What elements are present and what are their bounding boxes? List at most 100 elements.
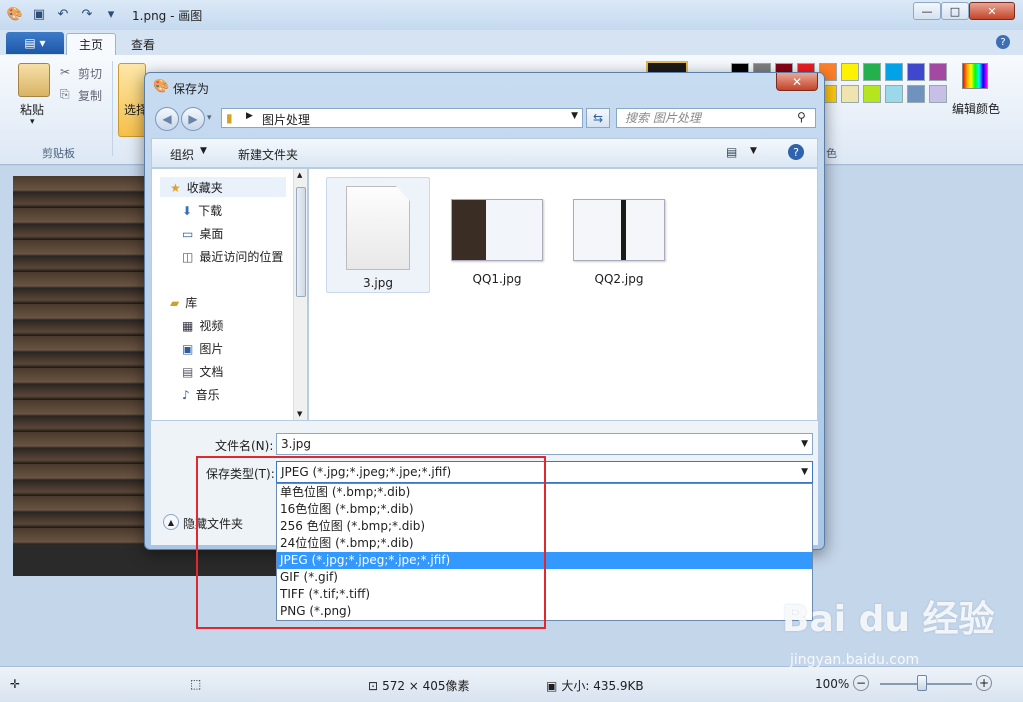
file-name: QQ1.jpg [472,272,522,286]
tab-home[interactable]: 主页 [66,33,116,55]
zoom-slider-thumb[interactable] [917,675,927,691]
maximize-button[interactable]: □ [941,2,969,20]
dialog-toolbar: 组织 ▼ 新建文件夹 ▤ ▼ ? [151,138,818,168]
zoom-in-button[interactable]: + [976,675,992,691]
color-swatch[interactable] [907,63,925,81]
quick-access-toolbar: 🎨 ▣ ↶ ↷ ▾ [6,5,120,23]
navigation-pane: ★ 收藏夹 ⬇ 下载 ▭ 桌面 ◫ 最近访问的位置 ▰ 库 ▦ 视频 ▣ 图片 ▤ 文档 ♪ 音乐… [151,168,308,421]
search-input[interactable]: 搜索 图片处理 [616,108,816,128]
paste-button[interactable]: 粘贴 [20,101,44,118]
status-bar: ✛ ⬚ ⊡ 572 × 405像素 ▣ 大小: 435.9KB 100% − + [0,666,1023,702]
clipboard-group-label: 剪贴板 [42,147,75,160]
filename-label: 文件名(N): [215,439,274,453]
disk-icon: ▣ [546,678,558,693]
address-dropdown-icon[interactable]: ▼ [571,111,578,121]
baidu-watermark-logo: Bai du 经验 [782,599,995,640]
pictures-icon: ▣ [182,341,194,356]
window-title: 1.png - 画图 [132,9,203,23]
filename-input[interactable]: 3.jpg ▼ [276,433,813,455]
color-swatch[interactable] [929,63,947,81]
cut-button[interactable]: 剪切 [78,65,102,82]
address-bar[interactable]: ▮ ▶ 图片处理 ▼ [221,108,583,128]
customize-dropdown-icon[interactable]: ▾ [102,5,120,23]
organize-button[interactable]: 组织 [170,146,194,163]
nav-desktop[interactable]: ▭ 桌面 [182,225,223,242]
file-menu-button[interactable]: ▤ ▾ [6,32,64,54]
file-thumbnail [346,186,410,270]
color-swatch[interactable] [863,63,881,81]
organize-dropdown-icon[interactable]: ▼ [200,146,207,156]
nav-documents[interactable]: ▤ 文档 [182,363,223,380]
dialog-close-button[interactable]: ✕ [776,73,818,91]
nav-favorites[interactable]: ★ 收藏夹 [170,179,223,196]
save-icon[interactable]: ▣ [30,5,48,23]
title-bar: 🎨 ▣ ↶ ↷ ▾ 1.png - 画图 — □ ✕ [0,0,1023,30]
tab-view[interactable]: 查看 [118,33,168,55]
refresh-button[interactable]: ⇆ [586,108,610,128]
desktop-icon: ▭ [182,226,194,241]
library-icon: ▰ [170,295,180,310]
nav-library[interactable]: ▰ 库 [170,294,197,311]
recent-places-icon: ◫ [182,249,194,264]
file-name: QQ2.jpg [594,272,644,286]
edit-colors-button[interactable]: 编辑颜色 [952,100,1000,117]
color-swatch[interactable] [841,63,859,81]
dialog-help-icon[interactable]: ? [788,144,804,160]
file-item[interactable]: QQ2.jpg [571,199,667,286]
video-icon: ▦ [182,318,194,333]
nav-download[interactable]: ⬇ 下载 [182,202,222,219]
edit-colors-icon [962,63,988,89]
select-button[interactable] [118,63,146,137]
star-icon: ★ [170,180,181,195]
highlight-annotation-box [196,456,546,629]
filename-value: 3.jpg [281,437,312,451]
dialog-title: 保存为 [173,82,210,96]
nav-video[interactable]: ▦ 视频 [182,317,223,334]
cut-icon: ✂ [60,65,71,79]
file-list: 3.jpg QQ1.jpg QQ2.jpg [308,168,818,421]
nav-scrollbar[interactable]: ▲ ▼ [293,169,307,420]
download-icon: ⬇ [182,203,193,218]
color-swatch[interactable] [863,85,881,103]
documents-icon: ▤ [182,364,194,379]
undo-icon[interactable]: ↶ [54,5,72,23]
scroll-up-icon[interactable]: ▲ [297,171,302,179]
color-swatch[interactable] [907,85,925,103]
file-size: ▣ 大小: 435.9KB [546,678,644,694]
folder-icon: ▮ [226,111,233,125]
canvas-size-icon: ⊡ [368,678,379,693]
zoom-out-button[interactable]: − [853,675,869,691]
filetype-dropdown-icon[interactable]: ▼ [801,462,808,482]
color-swatch[interactable] [885,63,903,81]
nav-pictures[interactable]: ▣ 图片 [182,340,223,357]
close-button[interactable]: ✕ [969,2,1015,20]
copy-button[interactable]: 复制 [78,87,102,104]
filename-dropdown-icon[interactable]: ▼ [801,434,808,454]
paint-app-icon[interactable]: 🎨 [6,5,24,23]
breadcrumb-chevron-icon: ▶ [246,111,253,121]
redo-icon[interactable]: ↷ [78,5,96,23]
help-icon[interactable]: ? [996,35,1010,49]
color-swatch[interactable] [885,85,903,103]
nav-scrollbar-thumb[interactable] [296,187,306,297]
back-button[interactable]: ◀ [155,107,179,131]
nav-recent[interactable]: ◫ 最近访问的位置 [182,248,283,265]
recent-pages-dropdown-icon[interactable]: ▾ [207,113,212,123]
file-thumbnail [451,199,543,261]
file-item[interactable]: QQ1.jpg [449,199,545,286]
address-folder-name: 图片处理 [262,113,311,127]
new-folder-button[interactable]: 新建文件夹 [238,146,298,163]
paste-dropdown-icon[interactable]: ▾ [30,117,35,127]
scroll-down-icon[interactable]: ▼ [297,410,302,418]
minimize-button[interactable]: — [913,2,941,20]
view-dropdown-icon[interactable]: ▼ [750,146,757,156]
color-swatch[interactable] [929,85,947,103]
forward-button[interactable]: ▶ [181,107,205,131]
view-options-icon[interactable]: ▤ [726,145,737,159]
nav-music[interactable]: ♪ 音乐 [182,386,220,403]
collapse-chevron-icon[interactable]: ▲ [163,514,179,530]
color-swatch[interactable] [841,85,859,103]
dialog-app-icon: 🎨 [153,79,170,94]
file-item[interactable]: 3.jpg [326,177,430,293]
search-icon: ⚲ [797,110,806,124]
